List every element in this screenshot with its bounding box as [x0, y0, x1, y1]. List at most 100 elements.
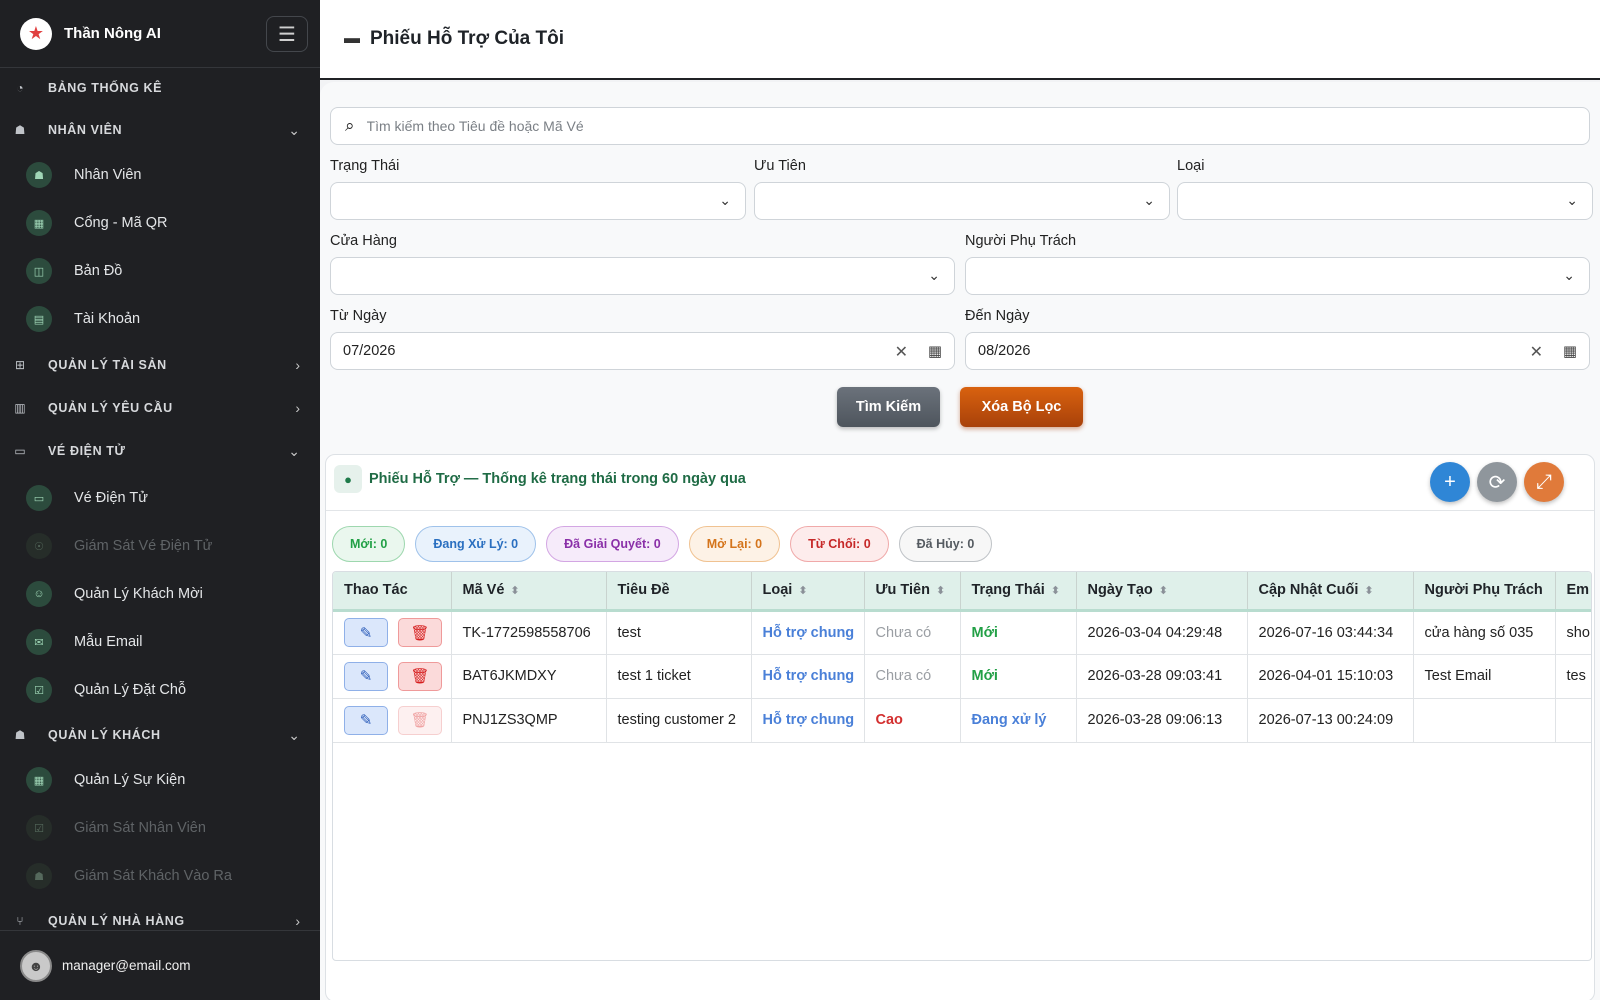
badge-rejected[interactable]: Từ Chối: 0 [790, 526, 889, 562]
type-select[interactable]: ⌄ [1177, 182, 1593, 220]
sidebar-item-email-template[interactable]: ✉ Mẫu Email [0, 620, 320, 664]
trash-icon: 🗑 [398, 705, 442, 735]
sidebar-item-staff-monitor: ☑ Giám Sát Nhân Viên [0, 806, 320, 850]
title-cell: test [606, 610, 752, 655]
edit-icon[interactable]: ✎ [344, 661, 388, 691]
type-filter-label: Loại [1177, 158, 1205, 174]
ticket-icon: ▬ [344, 30, 360, 47]
calendar-icon[interactable]: ▦ [928, 342, 942, 360]
col-title: Tiêu Đề [606, 572, 752, 612]
title-cell: test 1 ticket [606, 654, 752, 699]
edit-icon[interactable]: ✎ [344, 705, 388, 735]
sidebar-section-assets[interactable]: ⊞ QUẢN LÝ TÀI SẢN › [0, 345, 320, 385]
badge-resolved[interactable]: Đã Giải Quyết: 0 [546, 526, 679, 562]
actions-cell: ✎ 🗑 [333, 610, 452, 655]
actions-cell: ✎ 🗑 [333, 698, 452, 743]
col-priority[interactable]: Ưu Tiên ⬍ [864, 572, 961, 612]
refresh-button[interactable]: ⟳ [1477, 462, 1517, 502]
trash-icon[interactable]: 🗑 [398, 661, 442, 691]
sidebar-section-eticket[interactable]: ▭ VÉ ĐIỆN TỬ ⌄ [0, 431, 320, 471]
sort-icon[interactable]: ⬍ [1051, 585, 1060, 597]
chevron-down-icon: ⌄ [1143, 192, 1155, 208]
chevron-right-icon: › [295, 913, 300, 929]
item-label: Vé Điện Tử [74, 490, 148, 506]
status-badges: Mới: 0 Đang Xử Lý: 0 Đã Giải Quyết: 0 Mở… [332, 526, 993, 562]
guests-icon: ☗ [14, 728, 26, 742]
chevron-down-icon: ⌄ [719, 192, 731, 208]
updated-cell: 2026-07-16 03:44:34 [1247, 610, 1414, 655]
header-label: Người Phụ Trách [1424, 582, 1543, 599]
item-label: Quản Lý Sự Kiện [74, 772, 186, 788]
sidebar-section-guests[interactable]: ☗ QUẢN LÝ KHÁCH ⌄ [0, 715, 320, 755]
add-button[interactable]: + [1430, 462, 1470, 502]
col-code[interactable]: Mã Vé ⬍ [451, 572, 607, 612]
sidebar-section-restaurant[interactable]: ⑂ QUẢN LÝ NHÀ HÀNG › [0, 901, 320, 930]
code-cell: TK-1772598558706 [451, 610, 607, 655]
col-type[interactable]: Loại ⬍ [751, 572, 865, 612]
priority-select[interactable]: ⌄ [754, 182, 1170, 220]
user-search-icon: ☉ [26, 533, 52, 559]
sort-icon[interactable]: ⬍ [936, 585, 945, 597]
chevron-right-icon: › [295, 357, 300, 373]
trash-icon[interactable]: 🗑 [398, 618, 442, 647]
user-profile[interactable]: ☻ manager@email.com [0, 930, 320, 1000]
chevron-down-icon: ⌄ [1566, 192, 1578, 208]
clear-icon[interactable]: ✕ [895, 342, 908, 362]
sidebar-section-dashboard[interactable]: ◔ BẢNG THỐNG KÊ [0, 68, 320, 108]
badge-new[interactable]: Mới: 0 [332, 526, 406, 562]
col-updated[interactable]: Cập Nhật Cuối ⬍ [1247, 572, 1414, 612]
assignee-cell [1413, 698, 1556, 743]
menu-toggle-icon[interactable]: ☰ [266, 16, 308, 52]
ticket-icon: ▭ [14, 444, 26, 458]
sort-icon[interactable]: ⬍ [1159, 585, 1168, 597]
sort-icon[interactable]: ⬍ [510, 585, 519, 597]
type-cell: Hỗ trợ chung [751, 610, 865, 655]
section-label: BẢNG THỐNG KÊ [48, 81, 163, 95]
assignee-cell: Test Email [1413, 654, 1556, 699]
search-bar: ⌕ [330, 107, 1590, 145]
chevron-right-icon: › [295, 400, 300, 416]
expand-button[interactable]: ⤢ [1524, 462, 1564, 502]
col-created[interactable]: Ngày Tạo ⬍ [1076, 572, 1248, 612]
status-select[interactable]: ⌄ [330, 182, 746, 220]
item-label: Tài Khoản [74, 311, 141, 327]
sidebar-item-events[interactable]: ▦ Quản Lý Sự Kiện [0, 758, 320, 802]
sort-icon[interactable]: ⬍ [1364, 585, 1373, 597]
assignee-select[interactable]: ⌄ [965, 257, 1590, 295]
sidebar-section-requests[interactable]: ▥ QUẢN LÝ YÊU CẦU › [0, 388, 320, 428]
edit-icon[interactable]: ✎ [344, 618, 388, 647]
badge-cancelled[interactable]: Đã Hủy: 0 [898, 526, 993, 562]
search-input[interactable] [366, 118, 1547, 134]
item-label: Giám Sát Vé Điện Tử [74, 538, 213, 554]
sidebar-item-reservation[interactable]: ☑ Quản Lý Đặt Chỗ [0, 668, 320, 712]
calendar-icon[interactable]: ▦ [1563, 342, 1577, 360]
badge-processing[interactable]: Đang Xử Lý: 0 [415, 526, 537, 562]
utensils-icon: ⑂ [16, 914, 24, 928]
clear-icon[interactable]: ✕ [1530, 342, 1543, 362]
sidebar-item-account[interactable]: ▤ Tài Khoản [0, 297, 320, 341]
to-date-field[interactable]: 08/2026 ✕ ▦ [965, 332, 1590, 370]
from-date-field[interactable]: 07/2026 ✕ ▦ [330, 332, 955, 370]
store-select[interactable]: ⌄ [330, 257, 955, 295]
header-label: Thao Tác [344, 582, 408, 599]
sitemap-icon: ⊞ [14, 358, 26, 372]
section-label: QUẢN LÝ NHÀ HÀNG [48, 914, 185, 928]
header-label: Em [1566, 582, 1590, 599]
brand-name: Thần Nông AI [64, 25, 161, 42]
sidebar-section-staff[interactable]: ☗ NHÂN VIÊN ⌄ [0, 110, 320, 150]
clear-filters-button[interactable]: Xóa Bộ Lọc [960, 387, 1083, 427]
calendar-icon: ▦ [26, 767, 52, 793]
sidebar-item-gate-qr[interactable]: ▦ Cổng - Mã QR [0, 201, 320, 245]
tickets-table: Thao Tác Mã Vé ⬍ Tiêu Đề Loại ⬍ Ưu Tiên ⬍ T… [332, 571, 1592, 961]
table-header-row: Thao Tác Mã Vé ⬍ Tiêu Đề Loại ⬍ Ưu Tiên ⬍ T… [333, 572, 1591, 612]
search-button[interactable]: Tìm Kiếm [837, 387, 940, 427]
badge-reopened[interactable]: Mở Lại: 0 [688, 526, 781, 562]
sidebar-item-staff[interactable]: ☗ Nhân Viên [0, 153, 320, 197]
sidebar-item-map[interactable]: ◫ Bản Đồ [0, 249, 320, 293]
sidebar-item-guest-management[interactable]: ☺ Quản Lý Khách Mời [0, 572, 320, 616]
col-actions: Thao Tác [333, 572, 452, 612]
sort-icon[interactable]: ⬍ [798, 585, 807, 597]
sidebar-item-eticket[interactable]: ▭ Vé Điện Tử [0, 476, 320, 520]
col-status[interactable]: Trạng Thái ⬍ [960, 572, 1077, 612]
item-label: Nhân Viên [74, 167, 142, 183]
